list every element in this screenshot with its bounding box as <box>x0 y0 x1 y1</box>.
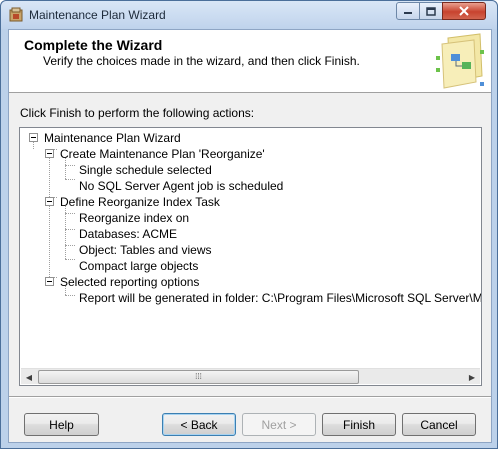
maximize-button[interactable] <box>419 2 443 20</box>
tree-item-create-plan[interactable]: Create Maintenance Plan 'Reorganize' <box>60 146 265 162</box>
tree-connector <box>65 259 75 260</box>
tree-connector <box>49 149 50 277</box>
collapse-toggle-icon[interactable] <box>29 133 38 142</box>
wizard-app-icon <box>9 7 23 22</box>
help-button[interactable]: Help <box>24 413 99 436</box>
page-title: Complete the Wizard <box>24 37 163 53</box>
tree-connector <box>65 165 75 166</box>
grip-icon: ⁞⁞⁞ <box>195 372 202 381</box>
tree-item-reporting[interactable]: Selected reporting options <box>60 274 199 290</box>
cancel-button[interactable]: Cancel <box>402 413 476 436</box>
back-button[interactable]: < Back <box>162 413 236 436</box>
page-subtitle: Verify the choices made in the wizard, a… <box>43 54 360 68</box>
horizontal-scrollbar[interactable]: ◀ ⁞⁞⁞ ▶ <box>21 368 480 384</box>
tree-item-object[interactable]: Object: Tables and views <box>79 242 212 258</box>
instruction-text: Click Finish to perform the following ac… <box>20 106 255 120</box>
tree-item-agent-job[interactable]: No SQL Server Agent job is scheduled <box>79 178 283 194</box>
tree-item-reorganize-index[interactable]: Reorganize index on <box>79 210 189 226</box>
close-button[interactable] <box>442 2 486 20</box>
close-icon <box>459 6 469 16</box>
collapse-toggle-icon[interactable] <box>45 149 54 158</box>
tree-item-schedule[interactable]: Single schedule selected <box>79 162 212 178</box>
wizard-header: Complete the Wizard Verify the choices m… <box>9 30 491 93</box>
tree-connector <box>65 245 75 246</box>
wizard-body: Complete the Wizard Verify the choices m… <box>8 29 492 443</box>
title-bar[interactable]: Maintenance Plan Wizard <box>1 1 497 29</box>
tree-connector <box>33 142 34 149</box>
tree-item-compact[interactable]: Compact large objects <box>79 258 198 274</box>
tree-item-root[interactable]: Maintenance Plan Wizard <box>44 130 181 146</box>
footer-divider <box>9 396 491 398</box>
collapse-toggle-icon[interactable] <box>45 197 54 206</box>
tree-item-databases[interactable]: Databases: ACME <box>79 226 177 242</box>
next-button[interactable]: Next > <box>242 413 316 436</box>
window-title: Maintenance Plan Wizard <box>29 8 166 22</box>
tree-connector <box>65 179 75 180</box>
tree-connector <box>65 213 75 214</box>
tree-connector <box>65 229 75 230</box>
finish-button[interactable]: Finish <box>322 413 396 436</box>
wizard-window: Maintenance Plan Wizard Complete the Wiz… <box>0 0 498 449</box>
minimize-button[interactable] <box>396 2 420 20</box>
scroll-left-icon[interactable]: ◀ <box>21 369 37 385</box>
summary-tree[interactable]: Maintenance Plan Wizard Create Maintenan… <box>19 127 482 386</box>
wizard-graphic-icon <box>436 33 484 89</box>
tree-item-report-folder[interactable]: Report will be generated in folder: C:\P… <box>79 290 481 306</box>
collapse-toggle-icon[interactable] <box>45 277 54 286</box>
tree-item-define-task[interactable]: Define Reorganize Index Task <box>60 194 220 210</box>
minimize-icon <box>404 12 412 14</box>
scroll-right-icon[interactable]: ▶ <box>464 369 480 385</box>
maximize-icon <box>426 6 436 16</box>
scroll-thumb[interactable]: ⁞⁞⁞ <box>38 370 359 384</box>
tree-connector <box>65 295 75 296</box>
